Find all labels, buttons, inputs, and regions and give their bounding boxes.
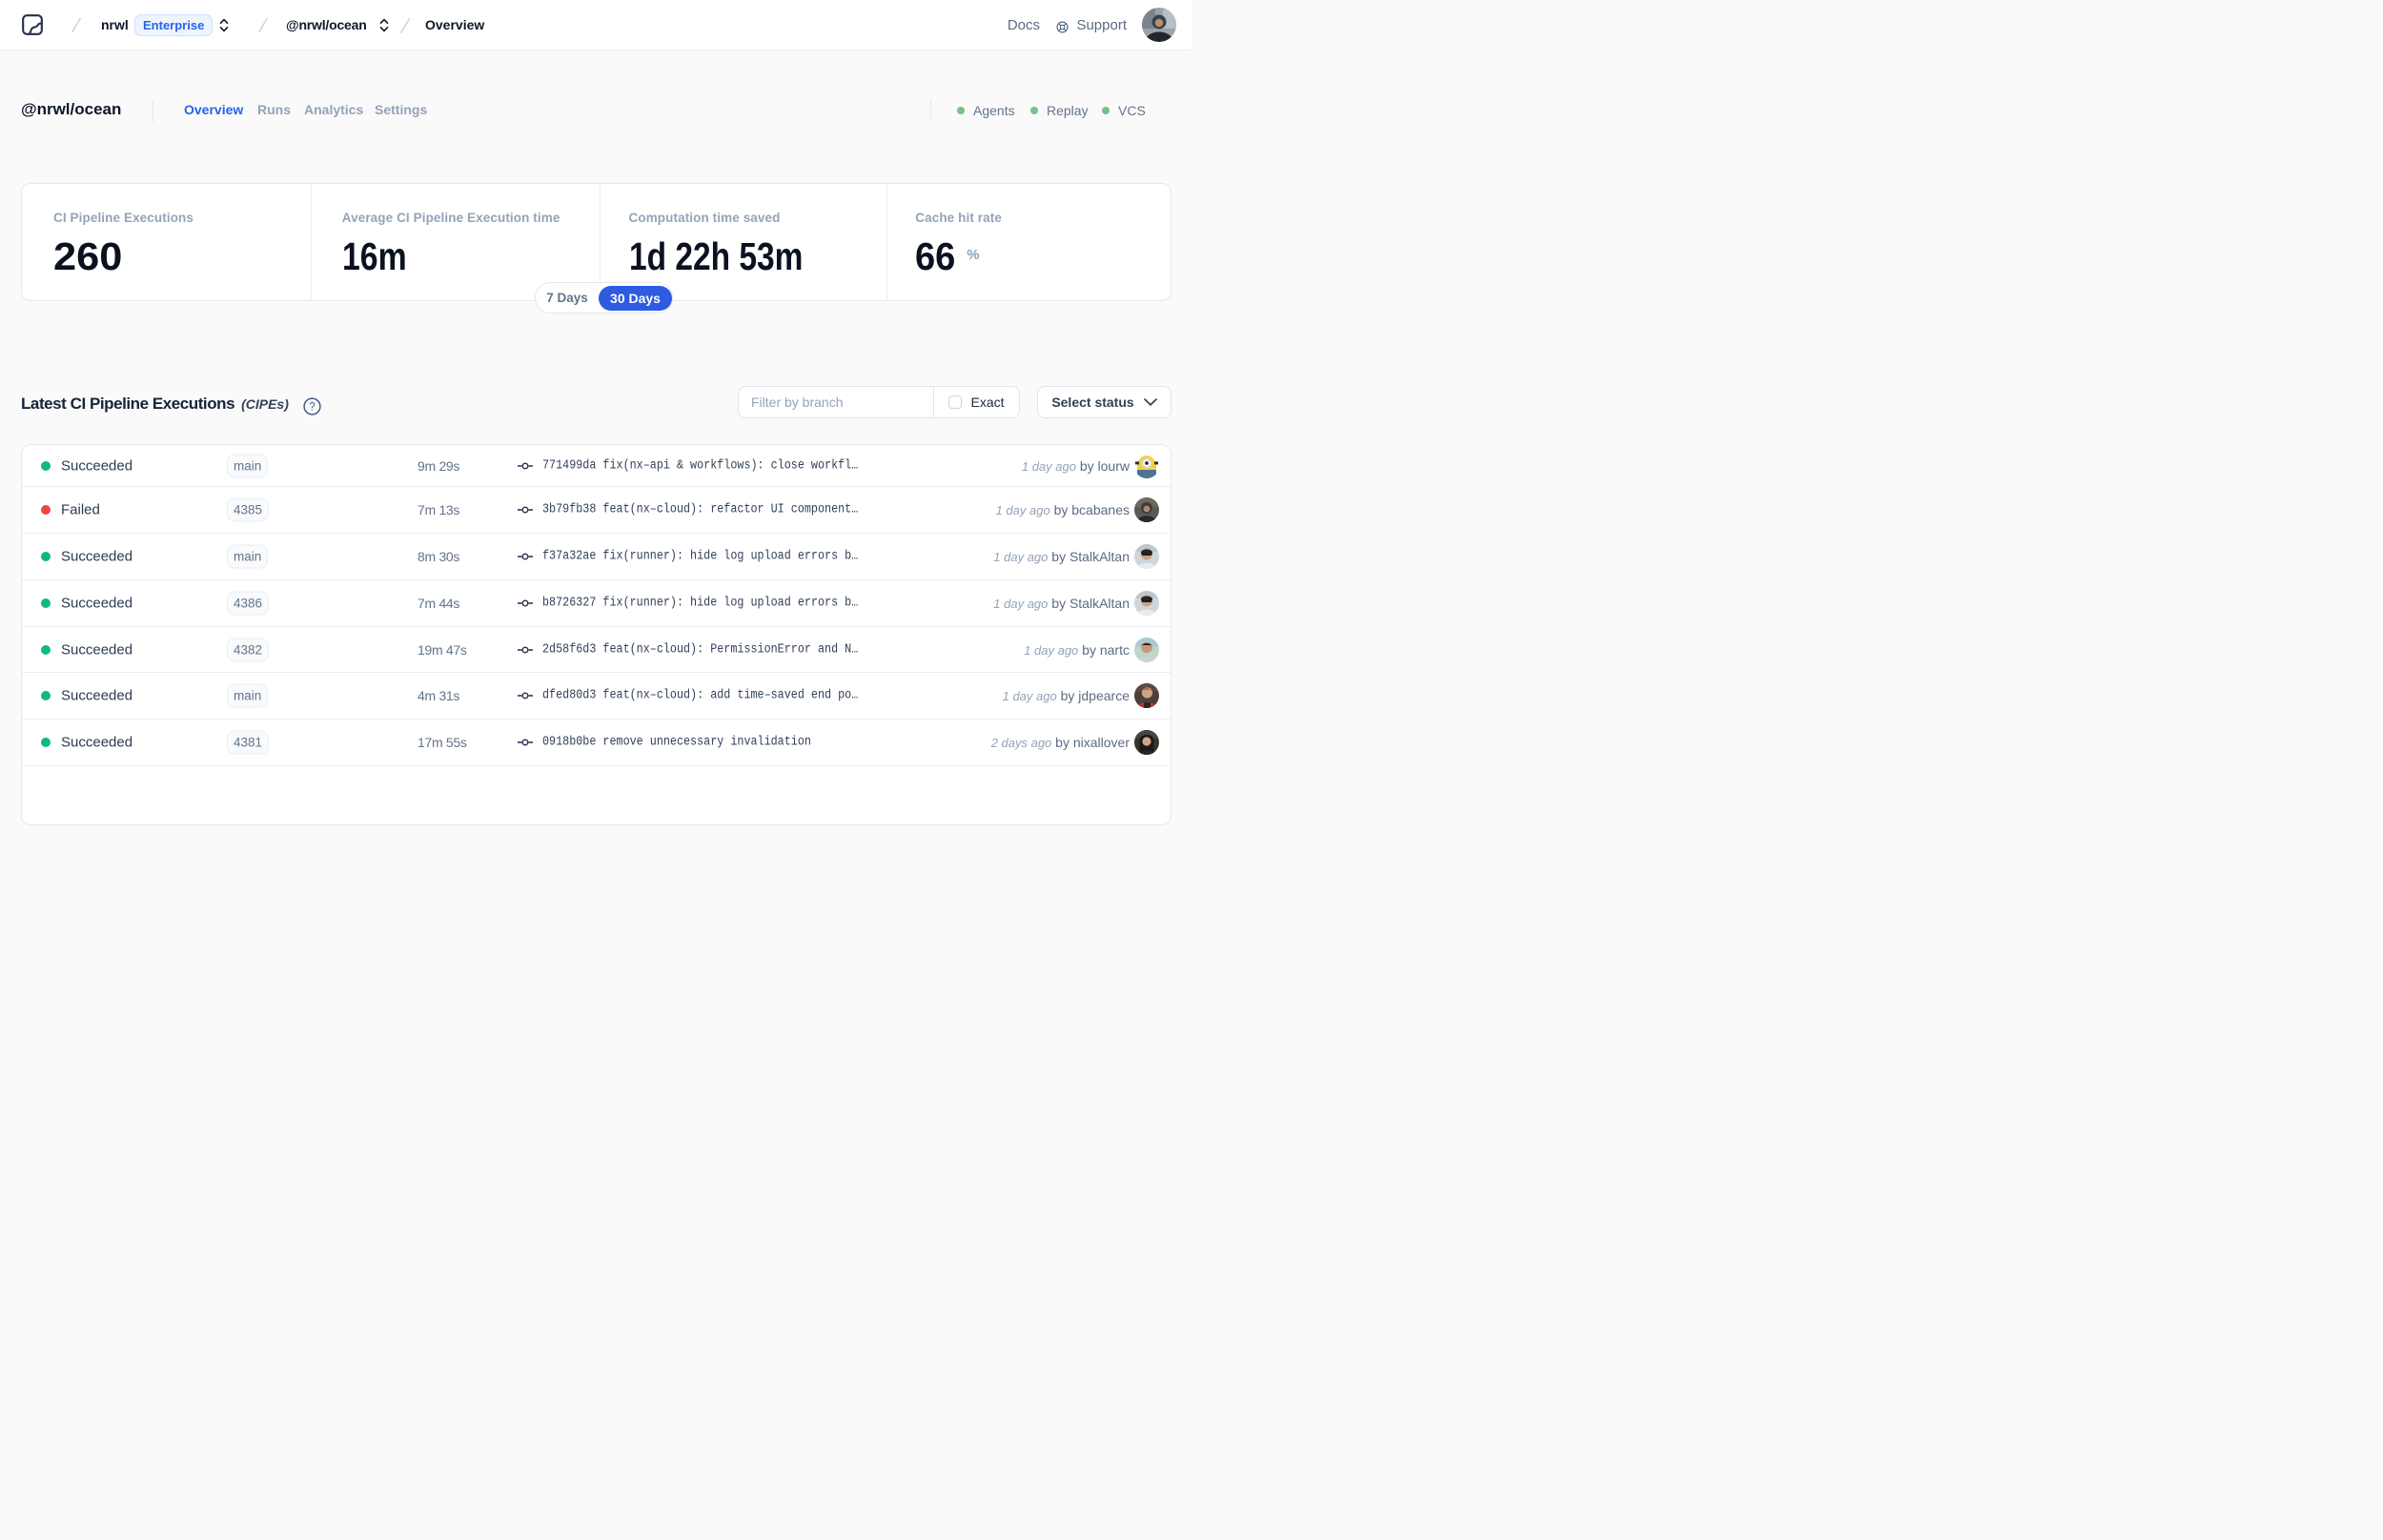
svg-text:?: ? [309, 401, 315, 413]
